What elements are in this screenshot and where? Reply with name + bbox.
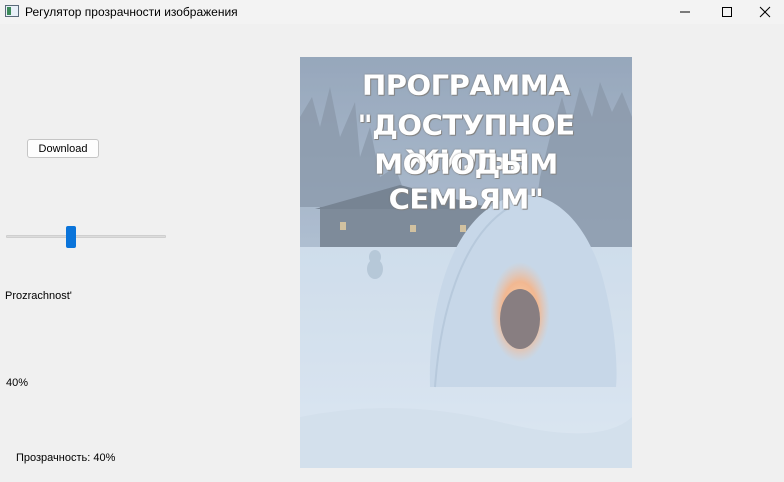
preview-image: ПРОГРАММА "ДОСТУПНОЕ ЖИЛЬЕ МОЛОДЫМ СЕМЬЯ… [300,57,632,468]
maximize-icon [722,7,732,17]
minimize-button[interactable] [662,0,708,24]
maximize-button[interactable] [704,0,750,24]
opacity-slider-handle[interactable] [66,226,76,248]
poster-line-1: ПРОГРАММА [361,68,571,102]
window-title: Регулятор прозрачности изображения [25,5,238,19]
title-bar: Регулятор прозрачности изображения [0,0,784,24]
poster-line-3: МОЛОДЫМ СЕМЬЯМ" [374,147,558,216]
minimize-icon [680,11,690,13]
app-window-icon [5,5,19,17]
close-button[interactable] [746,0,784,24]
opacity-slider-track[interactable] [6,235,166,238]
close-icon [759,6,771,18]
opacity-caption: Prozrachnost' [5,290,72,302]
download-button[interactable]: Download [27,139,99,158]
status-label: Прозрачность: 40% [16,452,116,464]
percent-label: 40% [6,377,29,389]
